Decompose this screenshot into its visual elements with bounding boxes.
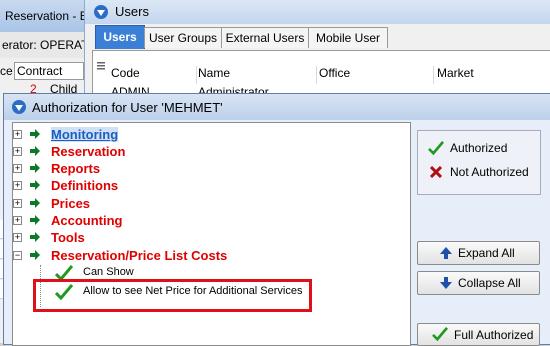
arrow-right-icon [30, 198, 40, 208]
arrow-right-icon [30, 250, 40, 260]
checkmark-icon [428, 141, 444, 155]
column-header-label: Office [319, 66, 351, 80]
tree-node-label: Reservation/Price List Costs [51, 248, 228, 263]
expand-plus-icon[interactable]: + [13, 233, 22, 242]
legend-not-authorized-label: Not Authorized [450, 165, 529, 179]
tree-node-label: Definitions [51, 178, 119, 193]
column-header-label: Code [111, 66, 140, 80]
expand-all-button[interactable]: Expand All [417, 241, 540, 265]
app-logo-icon [94, 5, 108, 19]
arrow-up-icon [440, 247, 452, 259]
tree-node-label: Accounting [51, 213, 123, 228]
reservation-window-title: Reservation - Ed [5, 9, 95, 23]
tab-users[interactable]: Users [95, 25, 145, 49]
expand-all-label: Expand All [458, 246, 515, 260]
expand-plus-icon[interactable]: + [13, 130, 22, 139]
arrow-right-icon [30, 232, 40, 242]
contract-prefix: ce [0, 62, 14, 78]
tab-user-groups[interactable]: User Groups [144, 27, 222, 48]
highlight-box [33, 279, 312, 312]
tree-node-monitoring[interactable]: + Monitoring [13, 127, 393, 144]
contract-field[interactable]: Contract [14, 62, 84, 80]
arrow-right-icon [30, 146, 40, 156]
column-header-office[interactable]: Office [319, 66, 434, 84]
expand-plus-icon[interactable]: + [13, 216, 22, 225]
tree-node-label: Reservation [51, 144, 126, 159]
checkmark-icon [432, 327, 448, 341]
collapse-all-button[interactable]: Collapse All [417, 271, 540, 295]
arrow-right-icon [30, 215, 40, 225]
dialog-title: Authorization for User 'MEHMET' [32, 100, 223, 115]
expand-plus-icon[interactable]: + [13, 147, 22, 156]
collapse-minus-icon[interactable]: − [13, 251, 22, 260]
expand-plus-icon[interactable]: + [13, 164, 22, 173]
column-header-label: Market [437, 66, 474, 80]
legend-panel: Authorized Not Authorized [417, 130, 541, 195]
arrow-right-icon [30, 180, 40, 190]
collapse-all-label: Collapse All [458, 276, 521, 290]
tab-mobile-user[interactable]: Mobile User [308, 27, 388, 48]
full-authorized-label: Full Authorized [454, 328, 534, 342]
cross-icon [430, 166, 442, 178]
column-header-label: Name [198, 66, 231, 80]
contract-prefix-text: ce [0, 64, 13, 78]
grid-menu-icon[interactable] [96, 61, 106, 71]
column-header-name[interactable]: Name [198, 66, 317, 84]
leaf-label: Can Show [83, 266, 134, 278]
arrow-right-icon [30, 129, 40, 139]
permission-tree[interactable]: + Monitoring + Reservation + Reports + D… [12, 122, 411, 346]
tree-node-reservation[interactable]: + Reservation [13, 144, 393, 161]
reservation-window-titlebar: Reservation - Ed [0, 0, 94, 32]
tree-node-price-list-costs[interactable]: − Reservation/Price List Costs [13, 248, 393, 265]
tree-node-prices[interactable]: + Prices [13, 196, 393, 213]
contract-value: Contract [17, 64, 63, 78]
arrow-right-icon [30, 163, 40, 173]
users-window-title: Users [115, 4, 149, 19]
tree-node-accounting[interactable]: + Accounting [13, 213, 393, 230]
column-header-market[interactable]: Market [437, 66, 547, 84]
users-window-titlebar: Users [85, 0, 550, 24]
tab-external-users[interactable]: External Users [221, 27, 309, 48]
tree-node-label: Monitoring [51, 127, 119, 142]
column-header-code[interactable]: Code [111, 66, 197, 84]
tree-node-label: Tools [51, 230, 85, 245]
tree-node-label: Prices [51, 196, 91, 211]
tree-node-definitions[interactable]: + Definitions [13, 178, 393, 195]
app-logo-icon [12, 100, 26, 114]
expand-plus-icon[interactable]: + [13, 181, 22, 190]
arrow-down-icon [440, 277, 452, 289]
tree-node-reports[interactable]: + Reports [13, 161, 393, 178]
tree-node-label: Reports [51, 161, 101, 176]
expand-plus-icon[interactable]: + [13, 199, 22, 208]
tree-node-tools[interactable]: + Tools [13, 230, 393, 247]
legend-authorized-label: Authorized [450, 141, 508, 155]
operator-row: erator: OPERATO [0, 32, 98, 58]
dialog-titlebar: Authorization for User 'MEHMET' [4, 94, 550, 120]
